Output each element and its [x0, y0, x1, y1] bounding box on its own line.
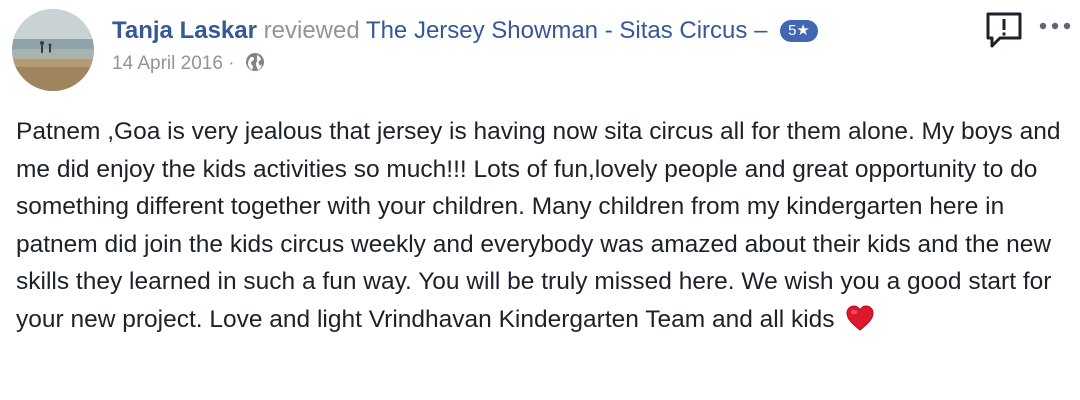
report-icon[interactable]	[984, 10, 1024, 50]
post-meta: 14 April 2016 ·	[112, 50, 972, 82]
review-text: Patnem ,Goa is very jealous that jersey …	[16, 118, 1061, 333]
page-name-link[interactable]: The Jersey Showman - Sitas Circus	[366, 17, 747, 44]
title-dash: –	[754, 17, 768, 44]
rating-badge[interactable]: 5★	[780, 20, 818, 42]
review-headline: Tanja Laskar reviewed The Jersey Showman…	[112, 14, 972, 48]
more-options-icon[interactable]	[1038, 16, 1072, 36]
author-name[interactable]: Tanja Laskar	[112, 17, 257, 44]
review-body: Patnem ,Goa is very jealous that jersey …	[16, 113, 1066, 343]
avatar[interactable]	[12, 9, 94, 91]
post-date[interactable]: 14 April 2016	[112, 53, 223, 74]
post-header: Tanja Laskar reviewed The Jersey Showman…	[112, 14, 972, 82]
heart-icon	[845, 304, 875, 344]
globe-icon[interactable]	[244, 51, 266, 82]
avatar-beach-image	[12, 9, 94, 91]
action-verb: reviewed	[263, 17, 360, 44]
meta-separator: ·	[228, 53, 235, 74]
